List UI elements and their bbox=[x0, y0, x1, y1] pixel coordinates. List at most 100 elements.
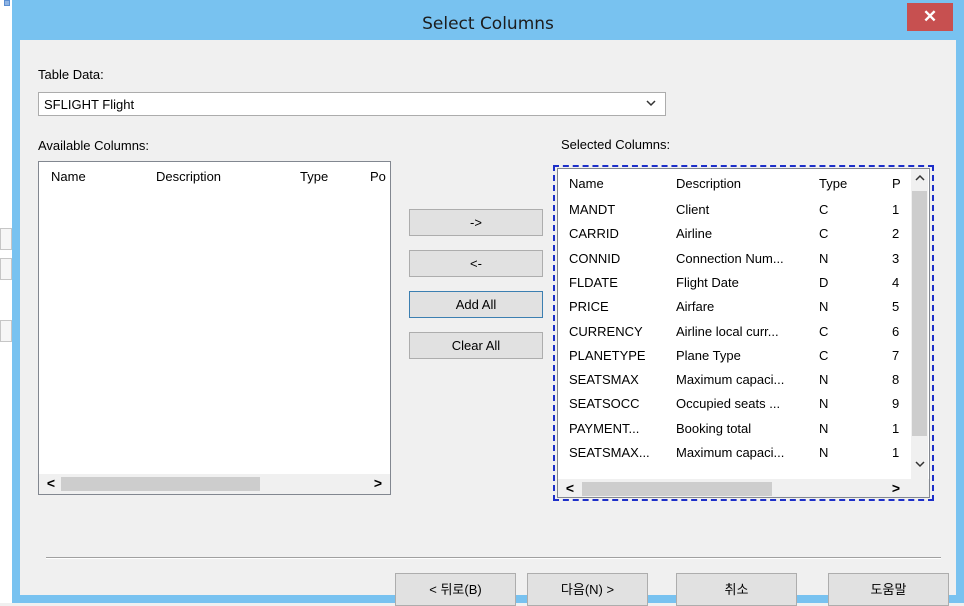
cell-description: Flight Date bbox=[676, 274, 739, 290]
background-control bbox=[0, 258, 12, 280]
cell-description: Plane Type bbox=[676, 347, 741, 363]
remove-column-button[interactable]: <- bbox=[409, 250, 543, 277]
close-icon: ✕ bbox=[922, 7, 938, 26]
available-horizontal-scrollbar[interactable]: < > bbox=[39, 474, 390, 494]
column-header-type[interactable]: Type bbox=[300, 169, 328, 184]
column-header-description[interactable]: Description bbox=[676, 176, 741, 191]
list-item[interactable]: PLANETYPE Plane Type C 7 bbox=[558, 345, 929, 369]
cell-description: Occupied seats ... bbox=[676, 396, 781, 412]
back-button[interactable]: < 뒤로(B) bbox=[395, 573, 516, 606]
list-item[interactable]: CONNID Connection Num... N 3 bbox=[558, 248, 929, 272]
scroll-right-icon[interactable]: > bbox=[370, 475, 386, 491]
cell-position: 4 bbox=[892, 274, 900, 290]
cell-description: Airline local curr... bbox=[676, 323, 779, 339]
dialog-body: Table Data: SFLIGHT Flight Available Col… bbox=[20, 40, 956, 606]
background-control bbox=[0, 320, 12, 342]
scroll-left-icon[interactable]: < bbox=[562, 480, 578, 496]
selected-columns-label: Selected Columns: bbox=[561, 137, 671, 152]
available-columns-list[interactable]: Name Description Type Po < > bbox=[38, 161, 391, 495]
cell-description: Connection Num... bbox=[676, 250, 784, 266]
cell-name: MANDT bbox=[569, 202, 616, 217]
cancel-button[interactable]: 취소 bbox=[676, 573, 797, 606]
list-item[interactable]: CARRID Airline C 2 bbox=[558, 223, 929, 247]
cell-type: N bbox=[819, 420, 829, 436]
cell-name: SEATSMAX bbox=[569, 372, 639, 388]
column-header-type[interactable]: Type bbox=[819, 176, 847, 191]
cell-name: PRICE bbox=[569, 299, 609, 315]
selected-columns-list[interactable]: Name Description Type P MANDT Client C 1 CAR… bbox=[557, 168, 930, 498]
close-button[interactable]: ✕ bbox=[907, 3, 953, 31]
chevron-down-icon bbox=[645, 95, 657, 114]
scroll-right-icon[interactable]: > bbox=[888, 480, 904, 496]
cell-position: 2 bbox=[892, 226, 900, 242]
cell-name: FLDATE bbox=[569, 274, 618, 290]
next-button[interactable]: 다음(N) > bbox=[527, 573, 648, 606]
cell-name: CONNID bbox=[569, 250, 621, 266]
cell-position: 9 bbox=[892, 396, 900, 412]
column-header-name[interactable]: Name bbox=[51, 169, 86, 184]
cell-name: SEATSOCC bbox=[569, 396, 640, 412]
add-column-button[interactable]: -> bbox=[409, 209, 543, 236]
table-data-label: Table Data: bbox=[38, 67, 104, 82]
column-header-description[interactable]: Description bbox=[156, 169, 221, 184]
help-button[interactable]: 도움말 bbox=[828, 573, 949, 606]
title-bar[interactable]: Select Columns ✕ bbox=[12, 0, 964, 40]
cell-type: N bbox=[819, 396, 829, 412]
list-item[interactable]: PRICE Airfare N 5 bbox=[558, 296, 929, 320]
scroll-up-icon[interactable] bbox=[911, 173, 928, 186]
cell-description: Maximum capaci... bbox=[676, 445, 785, 460]
selected-vertical-scrollbar[interactable] bbox=[911, 169, 928, 479]
cell-type: C bbox=[819, 347, 829, 363]
list-item[interactable]: PAYMENT... Booking total N 1 bbox=[558, 418, 929, 442]
selected-horizontal-scrollbar[interactable]: < > bbox=[558, 479, 929, 497]
cell-position: 3 bbox=[892, 250, 900, 266]
cell-description: Airfare bbox=[676, 299, 715, 315]
cell-position: 1 bbox=[892, 445, 900, 460]
add-all-button[interactable]: Add All bbox=[409, 291, 543, 318]
cell-type: D bbox=[819, 274, 829, 290]
cell-type: N bbox=[819, 250, 829, 266]
cell-type: C bbox=[819, 226, 829, 242]
scrollbar-thumb[interactable] bbox=[912, 191, 927, 436]
cell-name: PAYMENT... bbox=[569, 420, 640, 436]
scrollbar-thumb[interactable] bbox=[582, 482, 772, 496]
cell-type: C bbox=[819, 323, 829, 339]
cell-type: N bbox=[819, 445, 829, 460]
cell-name: SEATSMAX... bbox=[569, 445, 650, 460]
available-columns-label: Available Columns: bbox=[38, 138, 150, 153]
scroll-down-icon[interactable] bbox=[911, 459, 928, 472]
cell-position: 8 bbox=[892, 372, 900, 388]
cell-type: C bbox=[819, 202, 829, 217]
footer-separator bbox=[46, 557, 941, 559]
select-columns-dialog: Select Columns ✕ Table Data: SFLIGHT Fli… bbox=[12, 0, 964, 606]
cell-name: PLANETYPE bbox=[569, 347, 646, 363]
cell-type: N bbox=[819, 372, 829, 388]
cell-description: Booking total bbox=[676, 420, 752, 436]
table-data-select[interactable]: SFLIGHT Flight bbox=[38, 92, 666, 116]
cell-type: N bbox=[819, 299, 829, 315]
cell-position: 5 bbox=[892, 299, 900, 315]
list-item[interactable]: SEATSOCC Occupied seats ... N 9 bbox=[558, 393, 929, 417]
list-item[interactable]: SEATSMAX Maximum capaci... N 8 bbox=[558, 369, 929, 393]
background-app-edge bbox=[0, 0, 12, 603]
list-item[interactable]: CURRENCY Airline local curr... C 6 bbox=[558, 321, 929, 345]
clear-all-button[interactable]: Clear All bbox=[409, 332, 543, 359]
column-header-name[interactable]: Name bbox=[569, 176, 604, 191]
app-icon bbox=[4, 0, 10, 6]
cell-position: 1 bbox=[892, 420, 900, 436]
available-columns-header: Name Description Type Po bbox=[39, 162, 390, 190]
scrollbar-thumb[interactable] bbox=[61, 477, 260, 491]
background-control bbox=[0, 228, 12, 250]
cell-description: Airline bbox=[676, 226, 713, 242]
scroll-left-icon[interactable]: < bbox=[43, 475, 59, 491]
column-header-position[interactable]: Po bbox=[370, 169, 386, 184]
column-header-position[interactable]: P bbox=[892, 176, 901, 191]
list-item[interactable]: SEATSMAX... Maximum capaci... N 1 bbox=[558, 442, 929, 466]
list-item[interactable]: FLDATE Flight Date D 4 bbox=[558, 272, 929, 296]
list-item[interactable]: MANDT Client C 1 bbox=[558, 199, 929, 223]
cell-position: 7 bbox=[892, 347, 900, 363]
cell-description: Client bbox=[676, 202, 710, 217]
cell-name: CURRENCY bbox=[569, 323, 643, 339]
cell-name: CARRID bbox=[569, 226, 619, 242]
cell-position: 6 bbox=[892, 323, 900, 339]
